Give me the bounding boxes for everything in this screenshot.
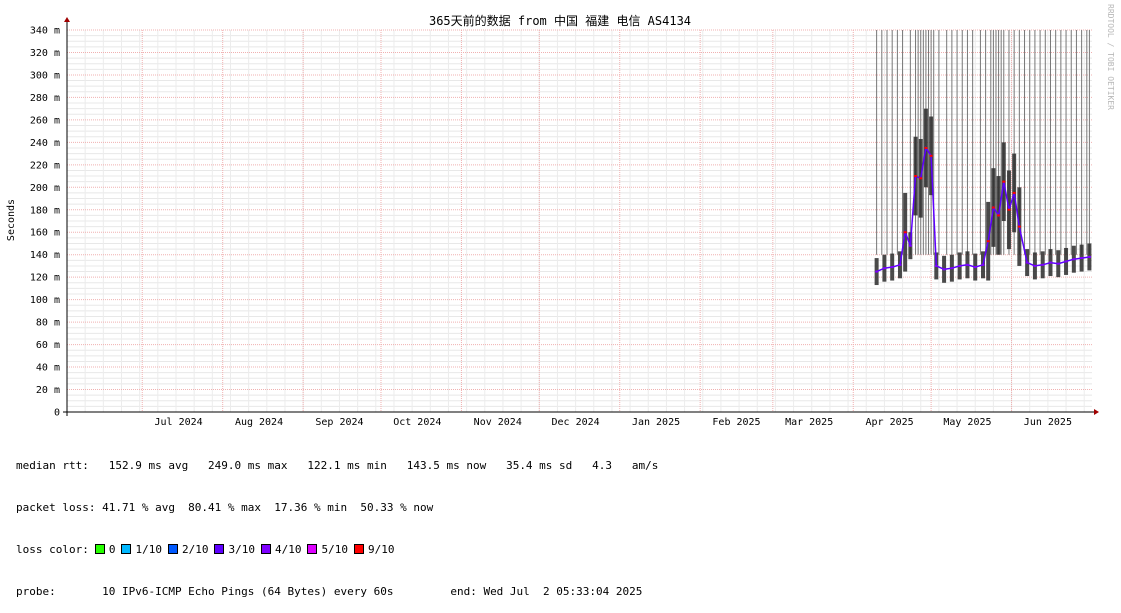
y-tick-label: 20 m bbox=[36, 385, 60, 396]
x-axis-arrow bbox=[1094, 409, 1099, 415]
loss-color-legend: loss color: 0 1/10 2/10 3/10 4/10 5/10 9/10 bbox=[16, 543, 658, 557]
x-tick-label: Dec 2024 bbox=[552, 417, 600, 428]
loss-color-swatch bbox=[214, 544, 225, 554]
loss-color-swatch bbox=[260, 544, 271, 554]
median-rtt-point bbox=[997, 214, 1001, 217]
y-axis-arrow bbox=[64, 17, 70, 22]
x-tick-label: Mar 2025 bbox=[785, 417, 833, 428]
median-rtt-point bbox=[1002, 180, 1006, 183]
x-tick-label: Jan 2025 bbox=[632, 417, 680, 428]
rrdtool-watermark: RRDTOOL / TOBI OETIKER bbox=[1106, 4, 1115, 110]
median-rtt-point bbox=[914, 175, 918, 178]
loss-color-swatch bbox=[94, 544, 105, 554]
median-rtt-point bbox=[981, 263, 985, 266]
median-rtt-point bbox=[898, 263, 902, 266]
packet-loss-stats: packet loss: 41.71 % avg 80.41 % max 17.… bbox=[16, 501, 434, 514]
loss-color-swatch-label: 5/10 bbox=[321, 543, 348, 556]
end-time: end: Wed Jul 2 05:33:04 2025 bbox=[450, 585, 643, 598]
median-rtt-point bbox=[986, 240, 990, 243]
median-rtt-point bbox=[1033, 264, 1037, 267]
x-tick-label: May 2025 bbox=[943, 417, 991, 428]
loss-color-swatch-label: 4/10 bbox=[274, 543, 302, 556]
median-rtt-point bbox=[1080, 257, 1084, 260]
median-rtt-point bbox=[934, 264, 938, 267]
median-rtt-point bbox=[1017, 225, 1021, 228]
y-tick-label: 60 m bbox=[36, 340, 60, 351]
y-tick-label: 160 m bbox=[30, 228, 60, 239]
y-tick-label: 200 m bbox=[30, 183, 60, 194]
loss-color-swatch bbox=[353, 544, 364, 554]
median-rtt-point bbox=[1041, 263, 1045, 266]
median-rtt-point bbox=[924, 146, 928, 149]
y-tick-label: 220 m bbox=[30, 160, 60, 171]
loss-color-swatches: 0 1/10 2/10 3/10 4/10 5/10 9/10 bbox=[89, 543, 395, 556]
median-rtt-stats: median rtt: 152.9 ms avg 249.0 ms max 12… bbox=[16, 459, 659, 472]
y-tick-label: 140 m bbox=[30, 250, 60, 261]
median-rtt-point bbox=[950, 267, 954, 270]
y-tick-label: 80 m bbox=[36, 318, 60, 329]
y-tick-label: 40 m bbox=[36, 363, 60, 374]
median-rtt-point bbox=[965, 263, 969, 266]
x-tick-label: Jul 2024 bbox=[154, 417, 202, 428]
loss-color-swatch-label: 1/10 bbox=[135, 543, 162, 556]
median-rtt-point bbox=[908, 244, 912, 247]
y-tick-label: 340 m bbox=[30, 26, 60, 37]
probe-info: probe: 10 IPv6-ICMP Echo Pings (64 Bytes… bbox=[16, 585, 394, 598]
y-tick-label: 0 bbox=[54, 408, 60, 419]
median-rtt-point bbox=[890, 266, 894, 269]
smokeping-chart: 365天前的数据 from 中国 福建 电信 AS4134 Seconds RR… bbox=[6, 4, 1115, 428]
x-tick-label: Feb 2025 bbox=[712, 417, 760, 428]
y-tick-label: 320 m bbox=[30, 48, 60, 59]
minor-grid bbox=[66, 30, 1092, 412]
x-tick-label: Sep 2024 bbox=[315, 417, 363, 428]
median-rtt-point bbox=[1048, 261, 1052, 264]
y-tick-label: 260 m bbox=[30, 115, 60, 126]
chart-title: 365天前的数据 from 中国 福建 电信 AS4134 bbox=[429, 13, 691, 28]
loss-color-swatch bbox=[121, 544, 132, 554]
x-tick-labels: Jul 2024 Aug 2024 Sep 2024 Oct 2024 Nov 2024… bbox=[154, 417, 1071, 428]
loss-color-swatch-label: 3/10 bbox=[228, 543, 255, 556]
median-rtt-point bbox=[1012, 191, 1016, 194]
median-rtt-point bbox=[1056, 262, 1060, 265]
median-rtt-point bbox=[1025, 261, 1029, 264]
loss-color-label: loss color: bbox=[16, 543, 89, 556]
y-tick-label: 180 m bbox=[30, 205, 60, 216]
loss-color-swatch-label: 2/10 bbox=[181, 543, 209, 556]
loss-color-swatch bbox=[167, 544, 178, 554]
x-tick-label: Oct 2024 bbox=[393, 417, 441, 428]
y-axis-label: Seconds bbox=[6, 199, 17, 241]
probe-row: probe: 10 IPv6-ICMP Echo Pings (64 Bytes… bbox=[16, 585, 658, 599]
x-tick-label: Jun 2025 bbox=[1024, 417, 1072, 428]
y-tick-label: 240 m bbox=[30, 138, 60, 149]
loss-color-swatch-label: 0 bbox=[108, 543, 116, 556]
y-tick-label: 280 m bbox=[30, 93, 60, 104]
median-rtt-point bbox=[1087, 255, 1091, 258]
median-rtt-point bbox=[958, 264, 962, 267]
y-tick-label: 120 m bbox=[30, 273, 60, 284]
y-tick-labels: 0 20 m 40 m 60 m 80 m 100 m 120 m 140 m 160 m 180… bbox=[30, 26, 60, 419]
median-rtt-point bbox=[991, 206, 995, 209]
median-rtt-point bbox=[875, 270, 879, 273]
y-tick-label: 300 m bbox=[30, 70, 60, 81]
loss-color-swatch-label: 9/10 bbox=[367, 543, 395, 556]
median-rtt-point bbox=[973, 266, 977, 269]
x-tick-label: Nov 2024 bbox=[474, 417, 522, 428]
median-rtt-point bbox=[919, 177, 923, 180]
median-rtt-point bbox=[882, 267, 886, 270]
median-rtt-point bbox=[1007, 208, 1011, 211]
median-rtt-point bbox=[1072, 258, 1076, 261]
median-rtt-point bbox=[929, 154, 933, 157]
smoke-band bbox=[874, 108, 1092, 286]
y-tick-label: 100 m bbox=[30, 295, 60, 306]
median-rtt-point bbox=[1064, 260, 1068, 263]
x-tick-label: Aug 2024 bbox=[235, 417, 283, 428]
x-tick-label: Apr 2025 bbox=[866, 417, 914, 428]
loss-color-swatch bbox=[307, 544, 318, 554]
median-rtt-point bbox=[942, 268, 946, 271]
legend: median rtt: 152.9 ms avg 249.0 ms max 12… bbox=[16, 431, 658, 613]
median-rtt-point bbox=[903, 231, 907, 234]
